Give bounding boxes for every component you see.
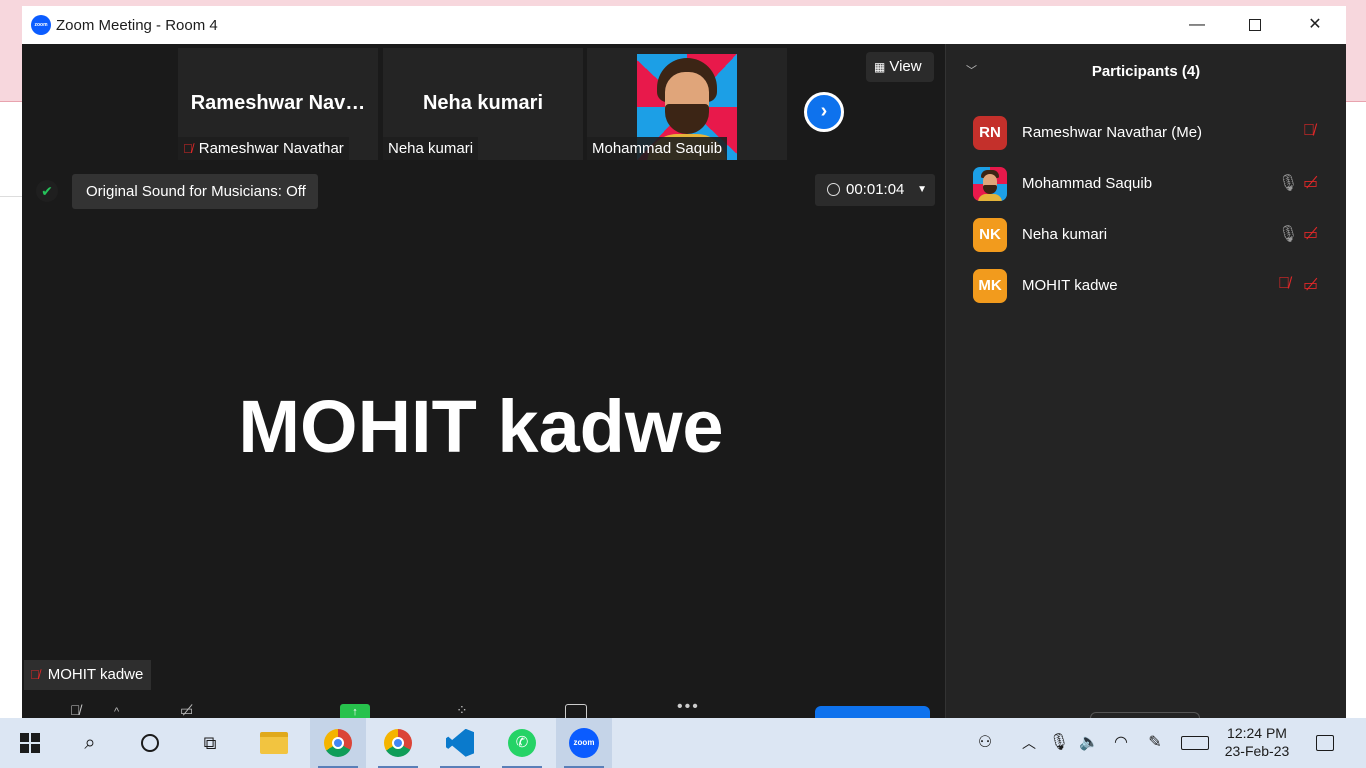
participant-name: Rameshwar Navathar (Me) [1022,124,1203,141]
system-clock[interactable]: 12:24 PM 23-Feb-23 [1216,718,1298,768]
apps-button[interactable]: ⁘ [456,702,468,718]
next-page-button[interactable]: › [804,92,844,132]
windows-taskbar: ⌕ ⧉ ✆ zoom ⚇ ︿ 🎙 🔈 ◠ ✎ 12:24 PM 23-Feb-2… [0,718,1366,768]
meeting-toolbar: 🎙̸ ^ ▭̸ ↑ ⁘ ••• [22,698,944,718]
participant-name: MOHIT kadwe [1022,277,1118,294]
video-area: Rameshwar Nav… 🎙̸ Rameshwar Navathar Neha… [22,44,944,718]
minimize-button[interactable]: — [1168,6,1226,44]
task-view-icon[interactable]: ⧉ [188,718,232,768]
clock-date: 23-Feb-23 [1224,743,1290,759]
chrome-icon[interactable] [310,718,366,768]
mic-muted-icon: 🎙̸ [30,667,40,682]
zoom-logo-icon: zoom [31,15,51,35]
pen-icon[interactable]: ✎ [1140,718,1170,768]
thumbnail-name-text: Rameshwar Navathar [198,140,344,157]
participant-name: Neha kumari [1022,226,1108,243]
view-label: View [889,58,922,75]
zoom-icon[interactable]: zoom [556,718,612,768]
thumbnail-name-label: Mohammad Saquib [587,137,728,160]
participants-title: Participants (4) [1091,63,1201,80]
video-off-icon: ▭̸ [1303,277,1319,294]
mic-muted-icon: 🎙̸ [183,141,193,156]
mic-muted-icon: 🎙̸ [1278,275,1290,292]
search-icon[interactable]: ⌕ [68,718,112,768]
participant-row[interactable]: Mohammad Saquib 🎙 ▭̸ [946,159,1346,210]
whatsapp-icon[interactable]: ✆ [494,718,550,768]
avatar [973,167,1007,201]
clock-icon [827,183,840,196]
start-button[interactable] [8,718,52,768]
windows-logo-icon [20,732,40,753]
start-video-button[interactable]: ▭̸ [180,702,193,718]
show-hidden-icons-chevron-icon[interactable]: ︿ [1016,718,1042,768]
audio-options-caret-icon[interactable]: ^ [114,706,119,718]
avatar: NK [973,218,1007,252]
participant-row[interactable]: NK Neha kumari 🎙 ▭̸ [946,210,1346,261]
participant-row[interactable]: RN Rameshwar Navathar (Me) 🎙̸ [946,108,1346,159]
share-screen-button[interactable]: ↑ [340,704,370,718]
mic-muted-icon[interactable]: 🎙̸ [1303,122,1315,140]
meeting-timer[interactable]: 00:01:04 ▼ [815,174,935,206]
thumbnail-name-label: Neha kumari [383,137,479,160]
thumbnail-display-name: Rameshwar Nav… [190,92,366,114]
thumbnail-name-text: Mohammad Saquib [592,140,723,157]
video-thumbnail-neha[interactable]: Neha kumari Neha kumari [383,48,583,160]
leave-button[interactable] [815,706,930,718]
avatar: MK [973,269,1007,303]
chat-button[interactable] [565,704,587,718]
cortana-icon[interactable] [128,718,172,768]
window-title: Zoom Meeting - Room 4 [56,17,218,34]
notification-center-icon[interactable] [1310,718,1340,768]
mic-icon: 🎙 [1278,175,1299,192]
participant-name: Mohammad Saquib [1022,175,1153,192]
background-page-edge [1344,102,1366,452]
close-button[interactable]: ✕ [1286,6,1344,44]
video-off-icon: ▭̸ [1303,175,1319,192]
background-divider [0,196,22,197]
participant-row[interactable]: MK MOHIT kadwe 🎙̸ ▭̸ [946,261,1346,312]
thumbnail-name-label: 🎙̸ Rameshwar Navathar [178,137,349,160]
mic-icon: 🎙 [1278,226,1299,243]
active-speaker-name: MOHIT kadwe [22,384,944,469]
video-off-icon: ▭̸ [1303,226,1319,243]
maximize-button[interactable] [1226,6,1284,44]
active-speaker-name-text: MOHIT kadwe [238,385,724,468]
shield-icon[interactable]: ✔ [36,180,58,202]
volume-icon[interactable]: 🔈 [1076,718,1102,768]
keyboard-icon[interactable] [1178,718,1212,768]
video-thumbnail-mohammad[interactable]: Mohammad Saquib [587,48,787,160]
file-explorer-icon[interactable] [246,718,302,768]
clock-time: 12:24 PM [1227,725,1287,741]
unmute-button[interactable]: 🎙̸ [70,702,81,718]
video-thumbnail-rameshwar[interactable]: Rameshwar Nav… 🎙̸ Rameshwar Navathar [178,48,378,160]
caret-down-icon: ▼ [917,184,927,195]
microphone-icon[interactable]: 🎙 [1046,718,1072,768]
chrome-icon[interactable] [370,718,426,768]
view-button[interactable]: ▦ View [866,52,934,82]
vscode-icon[interactable] [432,718,488,768]
timer-text: 00:01:04 [846,181,905,198]
participants-panel: ﹀ Participants (4) RN Rameshwar Navathar… [945,44,1346,718]
zoom-meeting-window: zoom Zoom Meeting - Room 4 — ✕ Rameshwar… [22,6,1346,718]
active-speaker-label-text: MOHIT kadwe [47,666,144,683]
original-sound-status[interactable]: Original Sound for Musicians: Off [72,174,318,209]
maximize-icon [1249,18,1261,31]
people-icon[interactable]: ⚇ [970,718,1000,768]
more-button[interactable]: ••• [677,698,700,716]
title-bar: zoom Zoom Meeting - Room 4 — ✕ [22,6,1346,44]
active-speaker-label: 🎙̸ MOHIT kadwe [24,660,152,690]
grid-icon: ▦ [874,60,886,74]
thumbnail-name-text: Neha kumari [388,140,474,157]
thumbnail-display-name: Neha kumari [422,92,544,114]
avatar: RN [973,116,1007,150]
wifi-icon[interactable]: ◠ [1106,718,1136,768]
